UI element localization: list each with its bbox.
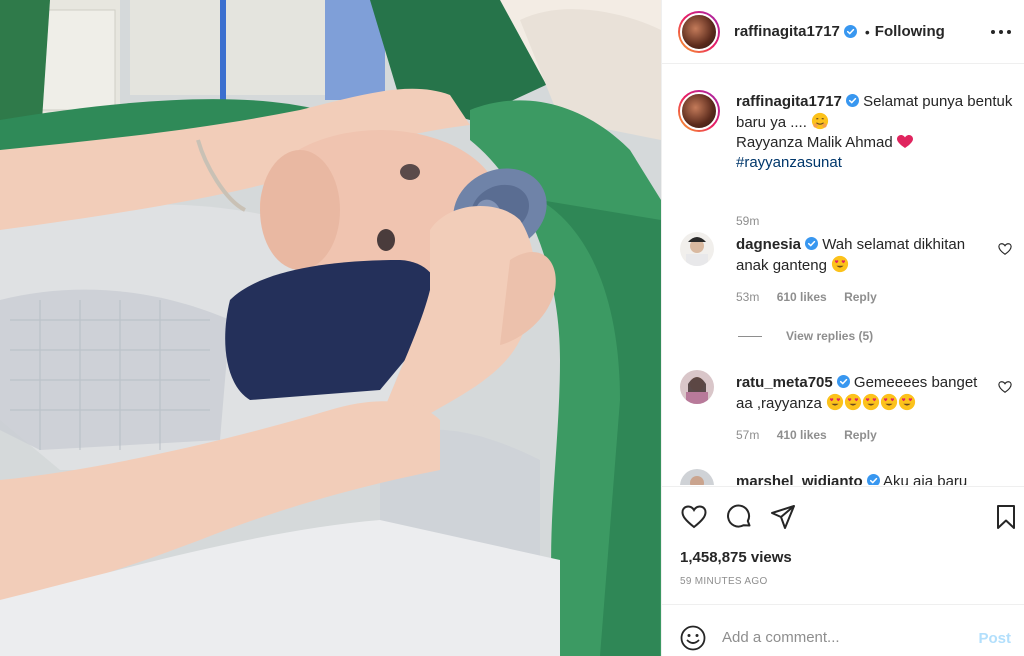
caption-username[interactable]: raffinagita1717 [736, 93, 842, 110]
comment-meta: 57m 410 likes Reply [736, 428, 877, 442]
caption-text-line2: Rayyanza Malik Ahmad [736, 134, 897, 151]
comment-like-icon[interactable] [998, 380, 1012, 394]
red-heart-icon [896, 135, 913, 148]
hugging-emoji-icon [811, 112, 829, 130]
commenter-username[interactable]: ratu_meta705 [736, 374, 833, 391]
more-icon[interactable] [991, 23, 1011, 41]
video-frame [0, 0, 661, 656]
heart-eyes-emoji-row [826, 393, 916, 412]
comment-time: 57m [736, 428, 760, 442]
view-replies-label[interactable]: View replies (5) [786, 329, 873, 343]
heart-eyes-emoji-icon [862, 393, 880, 411]
author-username[interactable]: raffinagita1717 [734, 23, 840, 40]
post-video[interactable] [0, 0, 661, 656]
commenter-avatar[interactable] [680, 469, 714, 485]
verified-icon [836, 375, 850, 388]
reply-button[interactable]: Reply [844, 290, 877, 304]
comment-likes[interactable]: 610 likes [777, 290, 827, 304]
post-header: raffinagita1717 • Following [662, 0, 1024, 64]
verified-icon [845, 94, 859, 107]
heart-eyes-emoji-icon [844, 393, 862, 411]
post-timestamp: 59 MINUTES AGO [680, 576, 768, 587]
caption-hashtag[interactable]: #rayyanzasunat [736, 154, 842, 171]
commenter-username[interactable]: dagnesia [736, 236, 801, 253]
heart-eyes-emoji-icon [898, 393, 916, 411]
reply-button[interactable]: Reply [844, 428, 877, 442]
separator-dot: • [864, 23, 870, 40]
heart-eyes-emoji-icon [880, 393, 898, 411]
view-replies-button[interactable]: View replies (5) [738, 329, 873, 343]
post-details-panel: raffinagita1717 • Following raffinagita1… [661, 0, 1024, 656]
comment-likes[interactable]: 410 likes [777, 428, 827, 442]
comment-input[interactable] [722, 623, 972, 651]
add-comment-bar: Post [662, 604, 1024, 656]
bookmark-icon[interactable] [992, 503, 1020, 531]
view-count[interactable]: 1,458,875 views [680, 549, 792, 566]
heart-eyes-emoji-icon [831, 255, 849, 273]
commenter-username[interactable]: marshel_widianto [736, 473, 863, 485]
share-icon[interactable] [769, 503, 797, 531]
verified-icon [805, 237, 819, 250]
heart-eyes-emoji-icon [826, 393, 844, 411]
caption-time: 59m [736, 214, 760, 228]
replies-divider [738, 335, 762, 337]
verified-icon [866, 474, 880, 485]
emoji-icon[interactable] [680, 625, 706, 651]
commenter-avatar[interactable] [680, 370, 714, 404]
comment-like-icon[interactable] [998, 242, 1012, 256]
comment-icon[interactable] [725, 503, 753, 531]
post-comment-button[interactable]: Post [978, 630, 1011, 647]
verified-icon [843, 25, 857, 38]
heart-icon[interactable] [680, 503, 708, 531]
comment-time: 53m [736, 290, 760, 304]
comment-text: Aku aja baru [883, 473, 968, 485]
commenter-avatar[interactable] [680, 232, 714, 266]
author-avatar[interactable] [678, 10, 720, 53]
comment-meta: 53m 610 likes Reply [736, 290, 877, 304]
caption-avatar[interactable] [678, 90, 720, 132]
following-button[interactable]: Following [875, 23, 945, 40]
post-actions: 1,458,875 views 59 MINUTES AGO [662, 486, 1024, 596]
comments-list[interactable]: raffinagita1717 Selamat punya bentuk bar… [662, 65, 1024, 485]
